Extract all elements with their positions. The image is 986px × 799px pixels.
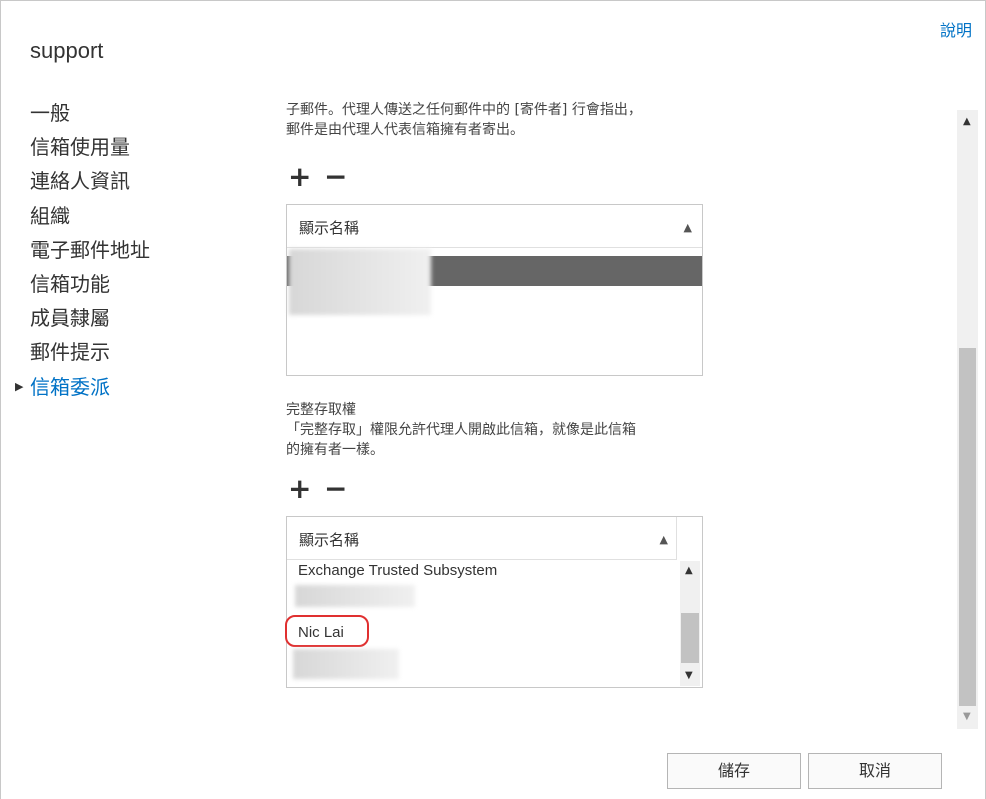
scrollbar-thumb[interactable] [681, 613, 699, 663]
nav-item-mailbox-usage[interactable]: 信箱使用量 [30, 130, 150, 164]
minus-icon[interactable]: − [324, 475, 347, 503]
list-header[interactable]: 顯示名稱 ▲ [287, 517, 677, 560]
minus-icon[interactable]: − [324, 163, 347, 191]
sidebar-nav: 一般 信箱使用量 連絡人資訊 組織 電子郵件地址 信箱功能 成員隸屬 郵件提示 … [15, 96, 150, 404]
column-header-display-name[interactable]: 顯示名稱 [299, 217, 359, 238]
nav-item-organization[interactable]: 組織 [30, 199, 150, 233]
window-border-left [0, 0, 1, 799]
description-line: 的擁有者一樣。 [286, 442, 384, 458]
nav-item-mailtip[interactable]: 郵件提示 [30, 335, 150, 369]
arrow-down-icon[interactable]: ▼ [963, 711, 971, 722]
nav-item-email-address[interactable]: 電子郵件地址 [30, 233, 150, 267]
arrow-up-icon[interactable]: ▲ [963, 116, 971, 127]
delegation-content: 子郵件。代理人傳送之任何郵件中的 [寄件者] 行會指出， 郵件是由代理人代表信箱… [286, 100, 706, 140]
nav-item-general[interactable]: 一般 [30, 96, 150, 130]
column-header-display-name[interactable]: 顯示名稱 [299, 529, 359, 550]
redacted-entry [293, 649, 399, 679]
list-item[interactable]: Exchange Trusted Subsystem [298, 562, 497, 579]
nav-item-label: 信箱委派 [30, 374, 110, 399]
nav-item-mailbox-delegation[interactable]: ▶ 信箱委派 [15, 370, 150, 404]
sort-ascending-icon[interactable]: ▲ [660, 533, 668, 546]
full-access-list[interactable]: 顯示名稱 ▲ Exchange Trusted Subsystem Nic La… [285, 516, 703, 688]
plus-icon[interactable]: + [288, 163, 311, 191]
description-line: 「完整存取」權限允許代理人開啟此信箱，就像是此信箱 [286, 422, 636, 438]
nav-item-mailbox-features[interactable]: 信箱功能 [30, 267, 150, 301]
description-line: 子郵件。代理人傳送之任何郵件中的 [寄件者] 行會指出， [286, 102, 642, 118]
list-item[interactable]: Nic Lai [298, 624, 344, 641]
plus-icon[interactable]: + [288, 475, 311, 503]
send-on-behalf-list[interactable]: 顯示名稱 ▲ [286, 204, 703, 376]
nav-item-member-of[interactable]: 成員隸屬 [30, 301, 150, 335]
arrow-down-icon[interactable]: ▼ [685, 670, 693, 681]
send-on-behalf-description: 子郵件。代理人傳送之任何郵件中的 [寄件者] 行會指出， 郵件是由代理人代表信箱… [286, 100, 706, 140]
nav-item-contact-info[interactable]: 連絡人資訊 [30, 164, 150, 198]
page-title: support [30, 38, 104, 63]
help-link[interactable]: 說明 [940, 17, 972, 41]
scrollbar-thumb[interactable] [959, 348, 976, 706]
list-scrollbar[interactable]: ▲ ▼ [680, 561, 700, 686]
arrow-up-icon[interactable]: ▲ [685, 565, 693, 576]
list-header[interactable]: 顯示名稱 ▲ [287, 205, 702, 248]
redacted-entry [289, 249, 431, 315]
sort-ascending-icon[interactable]: ▲ [684, 221, 692, 234]
page-scrollbar[interactable]: ▲ ▼ [957, 110, 978, 729]
full-access-section: 完整存取權 「完整存取」權限允許代理人開啟此信箱，就像是此信箱 的擁有者一樣。 [286, 400, 706, 460]
window-border-top [0, 0, 986, 1]
redacted-entry [295, 585, 415, 607]
description-line: 郵件是由代理人代表信箱擁有者寄出。 [286, 122, 524, 138]
save-button[interactable]: 儲存 [667, 753, 801, 789]
full-access-heading: 完整存取權 [286, 402, 356, 418]
selected-arrow-icon: ▶ [15, 379, 24, 393]
cancel-button[interactable]: 取消 [808, 753, 942, 789]
